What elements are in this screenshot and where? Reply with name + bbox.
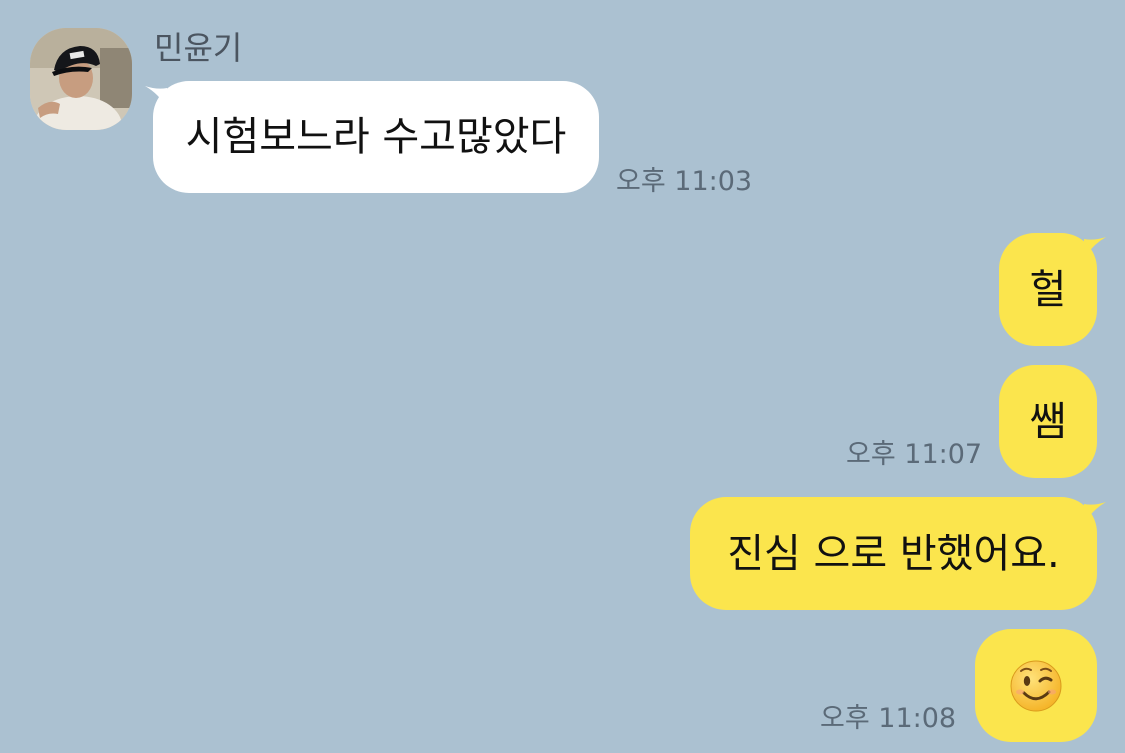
profile-photo-icon <box>30 28 132 130</box>
avatar[interactable] <box>30 28 132 130</box>
message-timestamp: 오후 11:03 <box>616 166 753 197</box>
outgoing-emoji-bubble[interactable] <box>975 629 1097 742</box>
message-text: 진심 으로 반했어요. <box>727 530 1060 577</box>
incoming-message-bubble[interactable]: 시험보느라 수고많았다 <box>153 81 599 193</box>
message-timestamp: 오후 11:08 <box>820 703 957 734</box>
message-text: 쌤 <box>1029 398 1067 445</box>
message-text: 헐 <box>1029 266 1067 313</box>
sender-name: 민윤기 <box>154 29 243 67</box>
outgoing-message-bubble[interactable]: 쌤 <box>999 365 1097 478</box>
winking-face-icon <box>1010 660 1062 711</box>
message-text: 시험보느라 수고많았다 <box>185 114 567 160</box>
message-timestamp: 오후 11:07 <box>846 439 983 470</box>
outgoing-message-bubble[interactable]: 진심 으로 반했어요. <box>690 497 1097 610</box>
outgoing-message-bubble[interactable]: 헐 <box>999 233 1097 346</box>
